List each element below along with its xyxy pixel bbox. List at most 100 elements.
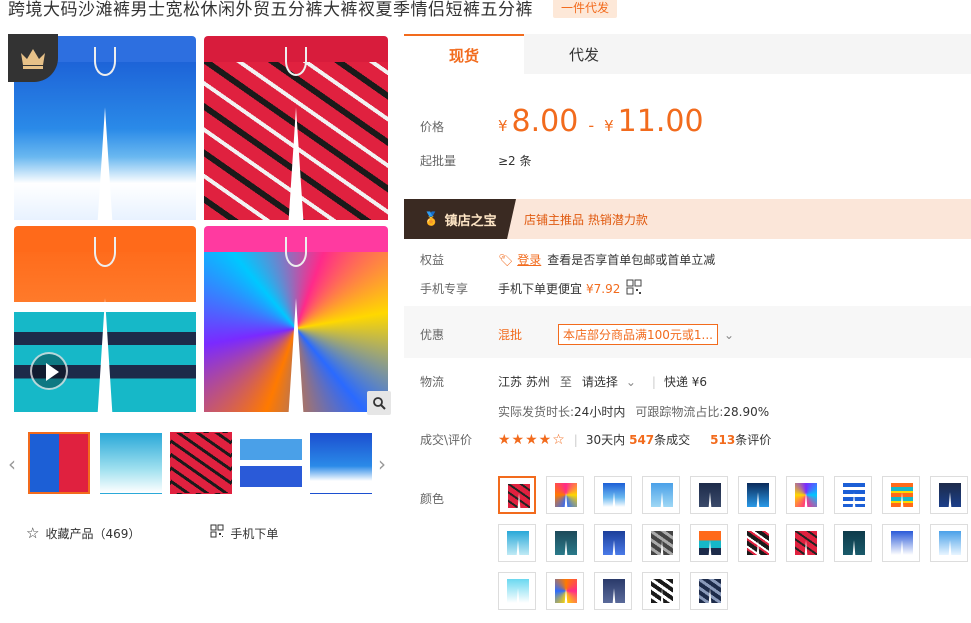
ship-time: 24小时内 bbox=[574, 405, 626, 419]
prev-arrow-icon[interactable]: ‹ bbox=[8, 452, 16, 476]
thumbnail-4[interactable] bbox=[240, 432, 302, 494]
main-product-image[interactable] bbox=[8, 34, 392, 416]
reviews-row: 成交\评价 ★★★★☆ | 30天内 547 条成交 513 条评价 bbox=[420, 431, 772, 448]
promo-row: 优惠 混批 本店部分商品满100元或1... ⌄ bbox=[420, 324, 734, 345]
promo-type: 混批 bbox=[498, 328, 523, 342]
color-swatch[interactable] bbox=[930, 476, 968, 514]
reviews-label: 成交\评价 bbox=[420, 433, 473, 447]
mobile-order-label: 手机下单 bbox=[230, 526, 279, 541]
qr-code-icon[interactable] bbox=[626, 279, 642, 298]
moq-row: 起批量 ≥2 条 bbox=[420, 152, 532, 169]
benefits-text: 查看是否享首单包邮或首单立减 bbox=[547, 253, 716, 267]
color-swatch[interactable] bbox=[498, 572, 536, 610]
thumbnail-1[interactable] bbox=[28, 432, 90, 494]
benefits-row: 权益 🏷 登录 查看是否享首单包邮或首单立减 bbox=[420, 251, 715, 268]
color-row: 颜色 bbox=[420, 490, 498, 507]
track-value: 28.90% bbox=[723, 404, 770, 419]
color-swatch[interactable] bbox=[498, 524, 536, 562]
star-outline-icon: ☆ bbox=[26, 524, 40, 542]
rating-stars: ★★★★☆ bbox=[498, 431, 566, 448]
qr-code-icon bbox=[210, 524, 224, 542]
play-video-button[interactable] bbox=[30, 352, 68, 390]
shipping-row: 实际发货时长: 24小时内 可跟踪物流占比: 28.90% bbox=[498, 403, 769, 420]
chevron-down-icon[interactable]: ⌄ bbox=[724, 328, 734, 342]
color-swatch[interactable] bbox=[786, 524, 824, 562]
color-swatch[interactable] bbox=[642, 476, 680, 514]
title-row: 跨境大码沙滩裤男士宽松休闲外贸五分裤大裤衩夏季情侣短裤五分裤 一件代发 bbox=[8, 0, 618, 20]
moq-label: 起批量 bbox=[420, 154, 457, 168]
medal-icon: 🏅 bbox=[423, 211, 440, 227]
tab-in-stock[interactable]: 现货 bbox=[404, 34, 524, 74]
mobile-label: 手机专享 bbox=[420, 282, 469, 296]
color-swatch[interactable] bbox=[882, 524, 920, 562]
product-title: 跨境大码沙滩裤男士宽松休闲外贸五分裤大裤衩夏季情侣短裤五分裤 bbox=[8, 0, 533, 20]
color-swatch[interactable] bbox=[834, 476, 872, 514]
stock-tabs: 现货 代发 bbox=[404, 34, 971, 74]
destination-select[interactable]: 请选择 bbox=[582, 373, 618, 390]
color-swatch[interactable] bbox=[594, 476, 632, 514]
color-label: 颜色 bbox=[420, 492, 445, 506]
price-row: 价格 ¥8.00 - ¥11.00 bbox=[420, 104, 704, 139]
thumbnail-3[interactable] bbox=[170, 432, 232, 494]
ship-time-label: 实际发货时长: bbox=[498, 405, 575, 419]
to-label: 至 bbox=[559, 375, 572, 389]
color-swatch[interactable] bbox=[642, 572, 680, 610]
color-swatch[interactable] bbox=[546, 476, 584, 514]
benefits-label: 权益 bbox=[420, 253, 445, 267]
thumbnail-2[interactable] bbox=[100, 432, 162, 494]
price-separator: - bbox=[588, 116, 595, 135]
magnifier-icon[interactable] bbox=[367, 391, 391, 415]
reviews-suffix: 条评价 bbox=[735, 433, 772, 447]
promo-label: 优惠 bbox=[420, 328, 445, 342]
logistics-row: 物流 江苏 苏州 至 请选择 ⌄ | 快递 ¥6 bbox=[420, 373, 708, 390]
next-arrow-icon[interactable]: › bbox=[378, 452, 386, 476]
login-link[interactable]: 登录 bbox=[517, 251, 541, 268]
treasure-banner: 🏅 镇店之宝 店铺主推品 热销潜力款 bbox=[404, 199, 971, 239]
treasure-badge: 🏅 镇店之宝 bbox=[404, 199, 516, 239]
color-swatch[interactable] bbox=[594, 524, 632, 562]
color-swatch[interactable] bbox=[690, 476, 728, 514]
color-swatch[interactable] bbox=[690, 572, 728, 610]
ship-from: 江苏 苏州 bbox=[498, 375, 550, 389]
price-label: 价格 bbox=[420, 120, 445, 134]
thumbnail-strip: ‹ › bbox=[8, 432, 392, 496]
deals-prefix: 30天内 bbox=[585, 433, 626, 447]
mobile-row: 手机专享 手机下单更便宜 ¥7.92 bbox=[420, 279, 642, 298]
favorite-button[interactable]: ☆ 收藏产品（469） bbox=[26, 524, 140, 542]
tab-dropship[interactable]: 代发 bbox=[524, 34, 644, 74]
dropship-tag: 一件代发 bbox=[553, 0, 618, 18]
color-swatch[interactable] bbox=[738, 476, 776, 514]
color-swatch[interactable] bbox=[738, 524, 776, 562]
track-label: 可跟踪物流占比: bbox=[635, 405, 724, 419]
color-swatch[interactable] bbox=[930, 524, 968, 562]
color-swatch[interactable] bbox=[690, 524, 728, 562]
deals-suffix: 条成交 bbox=[654, 433, 691, 447]
color-swatch[interactable] bbox=[882, 476, 920, 514]
mobile-text: 手机下单更便宜 bbox=[498, 282, 583, 296]
price-min: ¥8.00 bbox=[498, 104, 579, 139]
mobile-price: ¥7.92 bbox=[586, 281, 621, 296]
color-swatch[interactable] bbox=[786, 476, 824, 514]
color-swatch[interactable] bbox=[546, 572, 584, 610]
price-max: ¥11.00 bbox=[604, 104, 704, 139]
chevron-down-icon[interactable]: ⌄ bbox=[626, 375, 636, 389]
crown-icon bbox=[8, 34, 58, 82]
logistics-label: 物流 bbox=[420, 375, 445, 389]
promo-coupon[interactable]: 本店部分商品满100元或1... bbox=[558, 324, 718, 345]
color-swatch[interactable] bbox=[642, 524, 680, 562]
short-patchwork bbox=[204, 226, 388, 412]
express-fee: 快递 ¥6 bbox=[663, 375, 708, 389]
deals-count[interactable]: 547 bbox=[629, 433, 654, 447]
color-swatch[interactable] bbox=[546, 524, 584, 562]
favorite-label: 收藏产品（469） bbox=[45, 526, 141, 541]
moq-value: ≥2 条 bbox=[498, 154, 532, 168]
treasure-text: 店铺主推品 热销潜力款 bbox=[524, 212, 648, 227]
coupon-icon: 🏷 bbox=[498, 252, 514, 267]
reviews-count[interactable]: 513 bbox=[710, 433, 735, 447]
color-swatch[interactable] bbox=[834, 524, 872, 562]
mobile-order-button[interactable]: 手机下单 bbox=[210, 524, 278, 542]
left-actions: ☆ 收藏产品（469） 手机下单 bbox=[26, 524, 278, 542]
color-swatch[interactable] bbox=[594, 572, 632, 610]
color-swatch[interactable] bbox=[498, 476, 536, 514]
thumbnail-5[interactable] bbox=[310, 432, 372, 494]
